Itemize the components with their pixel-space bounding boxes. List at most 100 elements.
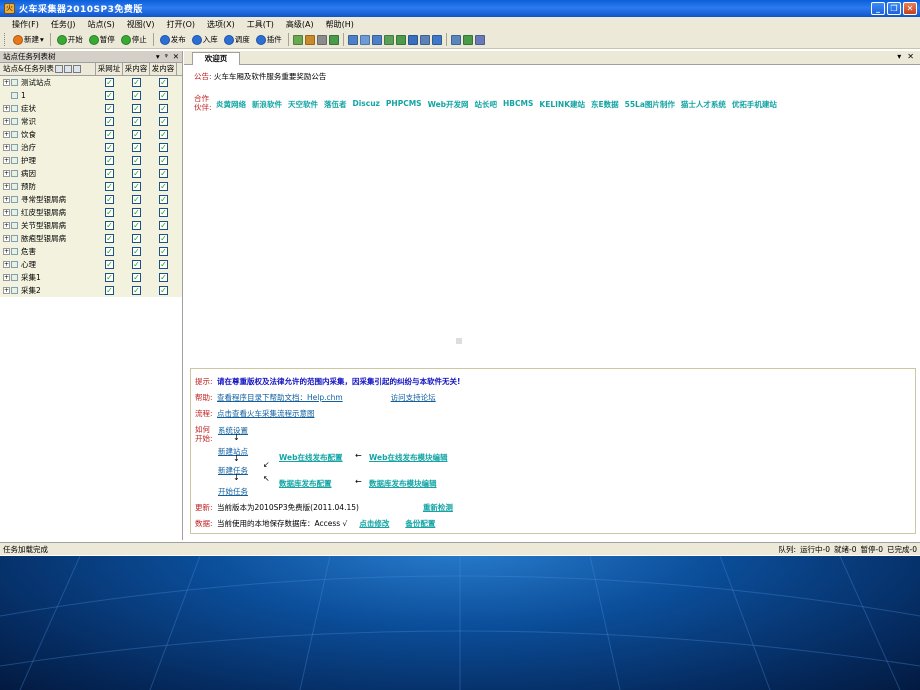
publish-content-checkbox[interactable]: ✓ xyxy=(159,117,168,126)
collect-url-checkbox[interactable]: ✓ xyxy=(105,221,114,230)
tree-row[interactable]: + 关节型银屑病 ✓ ✓ ✓ xyxy=(0,219,182,232)
web-publish-config-link[interactable]: Web在线发布配置 xyxy=(279,452,342,463)
partner-link[interactable]: 55La图片制作 xyxy=(625,99,675,110)
column-header-collect-content[interactable]: 采内容 xyxy=(123,63,150,75)
menu-tools[interactable]: 工具(T) xyxy=(241,19,280,30)
collect-content-checkbox[interactable]: ✓ xyxy=(132,286,141,295)
collect-url-checkbox[interactable]: ✓ xyxy=(105,91,114,100)
settings-gear-icon[interactable] xyxy=(292,34,303,45)
expand-toggle-icon[interactable]: + xyxy=(3,209,10,216)
forum-link[interactable]: 访问支持论坛 xyxy=(391,392,436,403)
collect-url-checkbox[interactable]: ✓ xyxy=(105,156,114,165)
collect-url-checkbox[interactable]: ✓ xyxy=(105,143,114,152)
collect-content-checkbox[interactable]: ✓ xyxy=(132,273,141,282)
expand-toggle-icon[interactable]: + xyxy=(3,248,10,255)
expand-toggle-icon[interactable]: + xyxy=(3,287,10,294)
close-button[interactable]: ✕ xyxy=(903,2,917,15)
partner-link[interactable]: 东E数据 xyxy=(591,99,619,110)
collect-url-checkbox[interactable]: ✓ xyxy=(105,273,114,282)
tree-row[interactable]: + 护理 ✓ ✓ ✓ xyxy=(0,154,182,167)
collect-url-checkbox[interactable]: ✓ xyxy=(105,169,114,178)
publish-content-checkbox[interactable]: ✓ xyxy=(159,273,168,282)
expand-toggle-icon[interactable]: + xyxy=(3,157,10,164)
new-task-icon[interactable] xyxy=(63,65,72,73)
collect-url-checkbox[interactable]: ✓ xyxy=(105,247,114,256)
collect-content-checkbox[interactable]: ✓ xyxy=(132,169,141,178)
partner-link[interactable]: 猫士人才系统 xyxy=(681,99,726,110)
tree-row[interactable]: + 红皮型银屑病 ✓ ✓ ✓ xyxy=(0,206,182,219)
collect-content-checkbox[interactable]: ✓ xyxy=(132,195,141,204)
expand-toggle-icon[interactable]: + xyxy=(3,79,10,86)
modify-link[interactable]: 点击修改 xyxy=(359,518,389,529)
menu-task[interactable]: 任务(J) xyxy=(45,19,82,30)
start-button[interactable]: 开始 xyxy=(55,34,85,45)
publish-content-checkbox[interactable]: ✓ xyxy=(159,104,168,113)
refresh-icon[interactable] xyxy=(359,34,370,45)
stop-button[interactable]: 停止 xyxy=(119,34,149,45)
menu-advanced[interactable]: 高级(A) xyxy=(280,19,320,30)
collect-content-checkbox[interactable]: ✓ xyxy=(132,117,141,126)
partner-link[interactable]: 炎黄网络 xyxy=(216,99,246,110)
plugin-button[interactable]: 插件 xyxy=(254,34,284,45)
tab-welcome[interactable]: 欢迎页 xyxy=(192,52,240,65)
partner-link[interactable]: PHPCMS xyxy=(386,99,422,110)
collect-url-checkbox[interactable]: ✓ xyxy=(105,260,114,269)
publish-content-checkbox[interactable]: ✓ xyxy=(159,91,168,100)
db-publish-config-link[interactable]: 数据库发布配置 xyxy=(279,478,332,489)
tree-row[interactable]: + 采集1 ✓ ✓ ✓ xyxy=(0,271,182,284)
announcement-link[interactable]: 火车车厢及软件服务重要奖励公告 xyxy=(214,72,327,81)
close-icon[interactable]: ✕ xyxy=(173,52,179,61)
tab-close-icon[interactable]: ✕ xyxy=(907,52,914,61)
expand-icon[interactable] xyxy=(328,34,339,45)
collect-url-checkbox[interactable]: ✓ xyxy=(105,286,114,295)
expand-toggle-icon[interactable]: + xyxy=(3,235,10,242)
publish-content-checkbox[interactable]: ✓ xyxy=(159,247,168,256)
column-header-tree[interactable]: 站点&任务列表 xyxy=(0,63,96,75)
dropdown-arrow-icon[interactable]: ▾ xyxy=(40,35,44,44)
collect-url-checkbox[interactable]: ✓ xyxy=(105,78,114,87)
expand-toggle-icon[interactable]: + xyxy=(3,118,10,125)
collect-url-checkbox[interactable]: ✓ xyxy=(105,182,114,191)
publish-content-checkbox[interactable]: ✓ xyxy=(159,156,168,165)
collect-content-checkbox[interactable]: ✓ xyxy=(132,247,141,256)
partner-link[interactable]: KELINK建站 xyxy=(539,99,585,110)
expand-toggle-icon[interactable]: + xyxy=(3,131,10,138)
partner-link[interactable]: Discuz xyxy=(353,99,380,110)
collect-content-checkbox[interactable]: ✓ xyxy=(132,182,141,191)
help-doc-link[interactable]: 查看程序目录下帮助文档：Help.chm xyxy=(217,392,343,403)
start-task-link[interactable]: 开始任务 xyxy=(218,486,248,497)
tree-row[interactable]: + 寻常型银屑病 ✓ ✓ ✓ xyxy=(0,193,182,206)
key-icon[interactable] xyxy=(474,34,485,45)
menu-options[interactable]: 选项(X) xyxy=(201,19,241,30)
tab-list-icon[interactable]: ▾ xyxy=(897,52,901,61)
list-icon[interactable] xyxy=(371,34,382,45)
web-publish-edit-link[interactable]: Web在线发布模块编辑 xyxy=(369,452,447,463)
grid-icon[interactable] xyxy=(431,34,442,45)
new-button[interactable]: 新建 ▾ xyxy=(11,34,46,45)
column-header-publish-content[interactable]: 发内容 xyxy=(150,63,177,75)
document-icon[interactable] xyxy=(407,34,418,45)
publish-content-checkbox[interactable]: ✓ xyxy=(159,78,168,87)
panel-menu-icon[interactable]: ▾ xyxy=(156,52,160,61)
tree-row[interactable]: + 预防 ✓ ✓ ✓ xyxy=(0,180,182,193)
pause-button[interactable]: 暂停 xyxy=(87,34,117,45)
menu-help[interactable]: 帮助(H) xyxy=(320,19,360,30)
collect-content-checkbox[interactable]: ✓ xyxy=(132,208,141,217)
publish-content-checkbox[interactable]: ✓ xyxy=(159,208,168,217)
tree-row[interactable]: + 症状 ✓ ✓ ✓ xyxy=(0,102,182,115)
tree-row[interactable]: + 采集2 ✓ ✓ ✓ xyxy=(0,284,182,297)
collect-content-checkbox[interactable]: ✓ xyxy=(132,221,141,230)
publish-content-checkbox[interactable]: ✓ xyxy=(159,143,168,152)
table-icon[interactable] xyxy=(383,34,394,45)
collect-content-checkbox[interactable]: ✓ xyxy=(132,156,141,165)
new-site-icon[interactable] xyxy=(54,65,63,73)
collect-url-checkbox[interactable]: ✓ xyxy=(105,104,114,113)
expand-toggle-icon[interactable]: + xyxy=(3,105,10,112)
tree-row[interactable]: + 治疗 ✓ ✓ ✓ xyxy=(0,141,182,154)
expand-toggle-icon[interactable]: + xyxy=(3,261,10,268)
package-icon[interactable] xyxy=(462,34,473,45)
collect-url-checkbox[interactable]: ✓ xyxy=(105,208,114,217)
expand-toggle-icon[interactable]: + xyxy=(3,222,10,229)
pin-icon[interactable]: ᵠ xyxy=(165,52,168,61)
import-button[interactable]: 入库 xyxy=(190,34,220,45)
